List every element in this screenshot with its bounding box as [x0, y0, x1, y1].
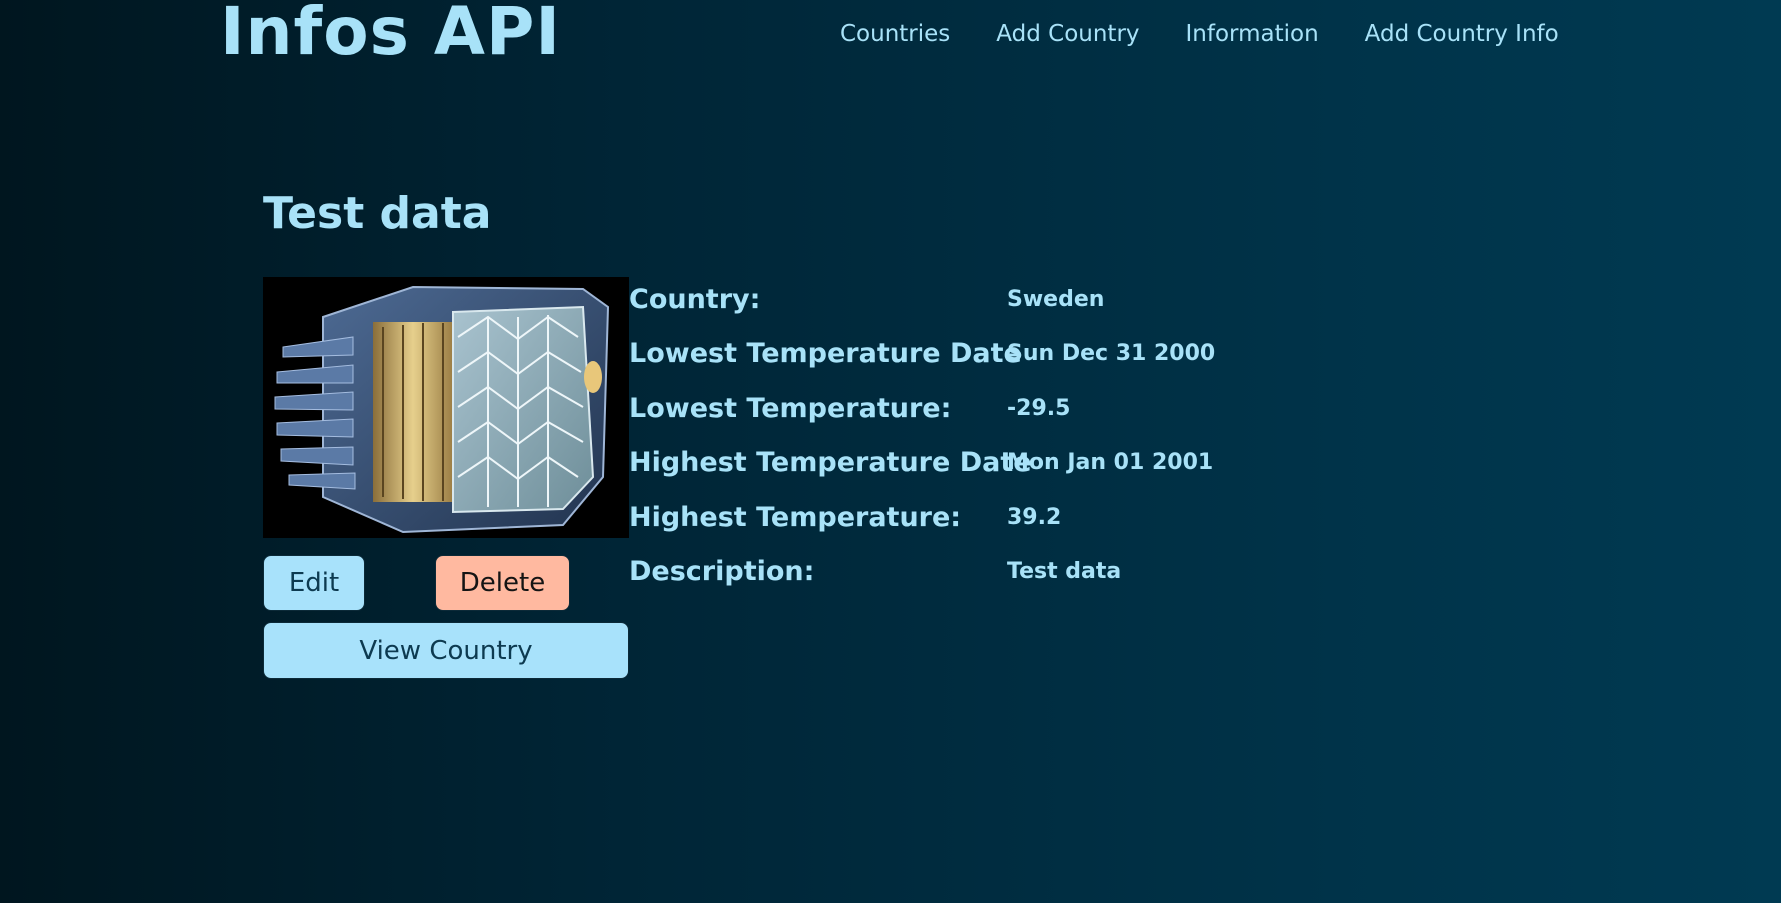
lowest-temp-value: -29.5 [1007, 395, 1071, 421]
highest-temp-value: 39.2 [1007, 504, 1062, 530]
main-nav: Countries Add Country Information Add Co… [840, 18, 1559, 50]
info-row-highest-temp: Highest Temperature: 39.2 [629, 490, 1215, 545]
nav-add-country-info[interactable]: Add Country Info [1365, 18, 1559, 50]
highest-temp-date-value: Mon Jan 01 2001 [1007, 450, 1214, 476]
lowest-temp-date-label: Lowest Temperature Date [629, 338, 1022, 370]
highest-temp-label: Highest Temperature: [629, 501, 962, 533]
highest-temp-date-label: Highest Temperature Date [629, 447, 1032, 479]
page-title: Test data [263, 188, 492, 239]
brand-logo[interactable]: Infos API [220, 0, 561, 72]
view-country-button[interactable]: View Country [263, 622, 629, 679]
description-label: Description: [629, 556, 815, 588]
lowest-temp-label: Lowest Temperature: [629, 392, 952, 424]
info-row-description: Description: Test data [629, 545, 1215, 600]
country-label: Country: [629, 283, 761, 315]
nav-information[interactable]: Information [1186, 18, 1319, 50]
info-details: Country: Sweden Lowest Temperature Date … [629, 272, 1215, 599]
lowest-temp-date-value: Sun Dec 31 2000 [1007, 341, 1216, 367]
country-value: Sweden [1007, 286, 1105, 312]
info-row-lowest-temp-date: Lowest Temperature Date Sun Dec 31 2000 [629, 327, 1215, 382]
info-row-country: Country: Sweden [629, 272, 1215, 327]
nav-add-country[interactable]: Add Country [996, 18, 1139, 50]
info-row-highest-temp-date: Highest Temperature Date Mon Jan 01 2001 [629, 436, 1215, 491]
info-row-lowest-temp: Lowest Temperature: -29.5 [629, 381, 1215, 436]
nav-countries[interactable]: Countries [840, 18, 950, 50]
edit-button[interactable]: Edit [263, 555, 365, 611]
delete-button[interactable]: Delete [435, 555, 570, 611]
info-image [263, 277, 629, 538]
description-value: Test data [1007, 559, 1122, 585]
satellite-engine-image [263, 277, 629, 538]
